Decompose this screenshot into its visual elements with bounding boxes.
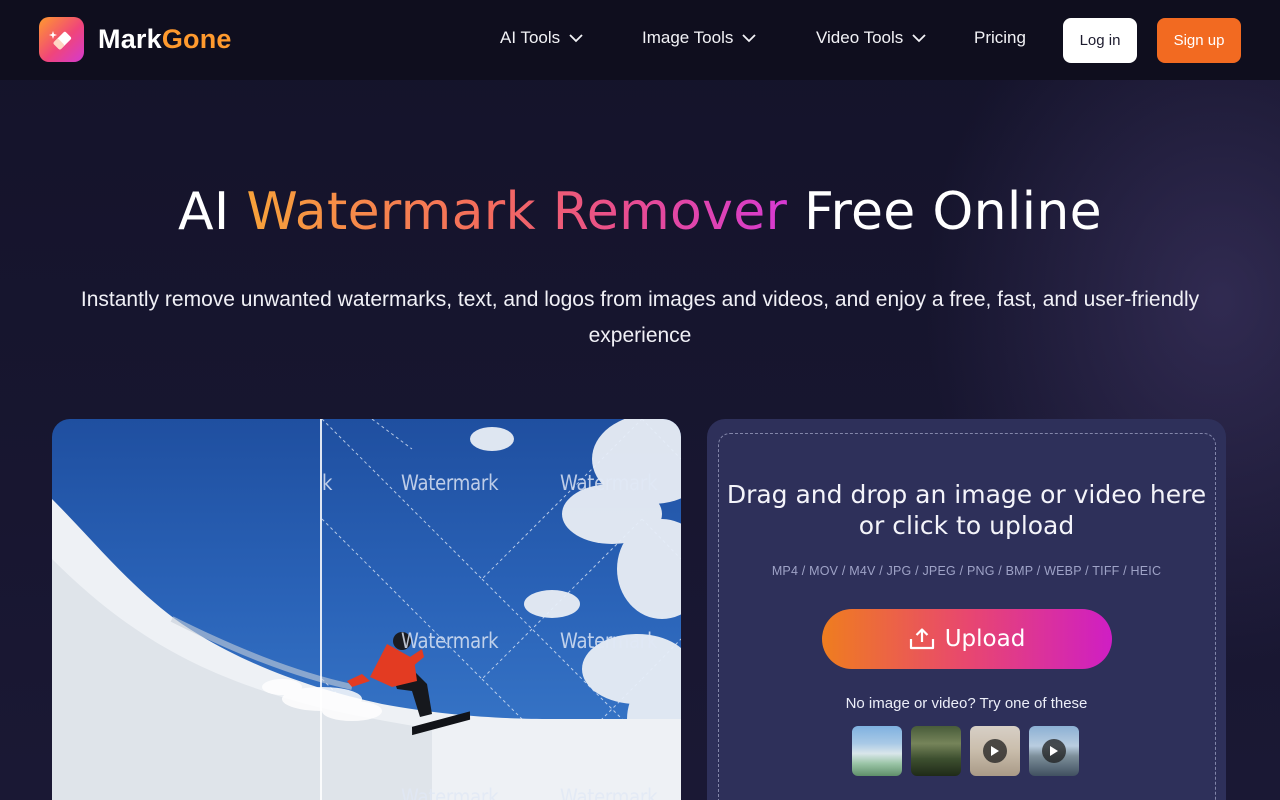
watermark-overlay-text: Watermark: [560, 471, 658, 495]
nav-ai-tools[interactable]: AI Tools: [500, 28, 584, 48]
upload-icon: [909, 628, 934, 650]
top-navbar: MarkGone AI Tools Image Tools Video Tool…: [0, 0, 1280, 80]
sample-image-lake[interactable]: [852, 726, 902, 776]
login-button[interactable]: Log in: [1063, 18, 1137, 63]
nav-image-tools-label: Image Tools: [642, 28, 734, 47]
chevron-down-icon: [912, 34, 926, 43]
page-title: AI Watermark Remover Free Online: [178, 182, 1102, 242]
supported-formats: MP4 / MOV / M4V / JPG / JPEG / PNG / BMP…: [771, 564, 1162, 578]
nav-video-tools-label: Video Tools: [816, 28, 904, 47]
upload-panel: Drag and drop an image or video here or …: [707, 419, 1226, 800]
watermark-overlay-text: k: [322, 471, 333, 495]
nav-image-tools[interactable]: Image Tools: [642, 28, 757, 48]
dropzone-title: Drag and drop an image or video here or …: [726, 480, 1207, 540]
chevron-down-icon: [569, 34, 583, 43]
upload-button[interactable]: Upload: [822, 609, 1112, 669]
watermark-overlay-text: Watermark: [401, 785, 499, 800]
nav-ai-tools-label: AI Tools: [500, 28, 561, 47]
sample-thumbnails: [852, 726, 1079, 776]
nav-pricing[interactable]: Pricing: [974, 28, 1026, 48]
play-icon: [983, 739, 1007, 763]
watermark-overlay-text: Watermark: [401, 629, 499, 653]
watermark-overlay-text: Watermark: [560, 629, 658, 653]
sample-prompt: No image or video? Try one of these: [845, 695, 1088, 712]
sample-video-portrait[interactable]: [970, 726, 1020, 776]
sample-image-forest[interactable]: [911, 726, 961, 776]
nav-pricing-label: Pricing: [974, 28, 1026, 47]
before-after-preview: k Watermark Watermark Watermark Watermar…: [52, 419, 681, 800]
sample-video-landscape[interactable]: [1029, 726, 1079, 776]
upload-button-label: Upload: [944, 626, 1026, 652]
eraser-sparkle-icon: [39, 17, 84, 62]
brand-name: MarkGone: [98, 24, 232, 54]
play-icon: [1042, 739, 1066, 763]
chevron-down-icon: [742, 34, 756, 43]
brand-logo-link[interactable]: MarkGone: [39, 17, 232, 62]
watermark-overlay-text: Watermark: [401, 471, 499, 495]
nav-video-tools[interactable]: Video Tools: [816, 28, 927, 48]
watermark-overlay-text: Watermark: [560, 785, 658, 800]
page-subtitle: Instantly remove unwanted watermarks, te…: [80, 288, 1200, 347]
signup-button[interactable]: Sign up: [1157, 18, 1241, 63]
